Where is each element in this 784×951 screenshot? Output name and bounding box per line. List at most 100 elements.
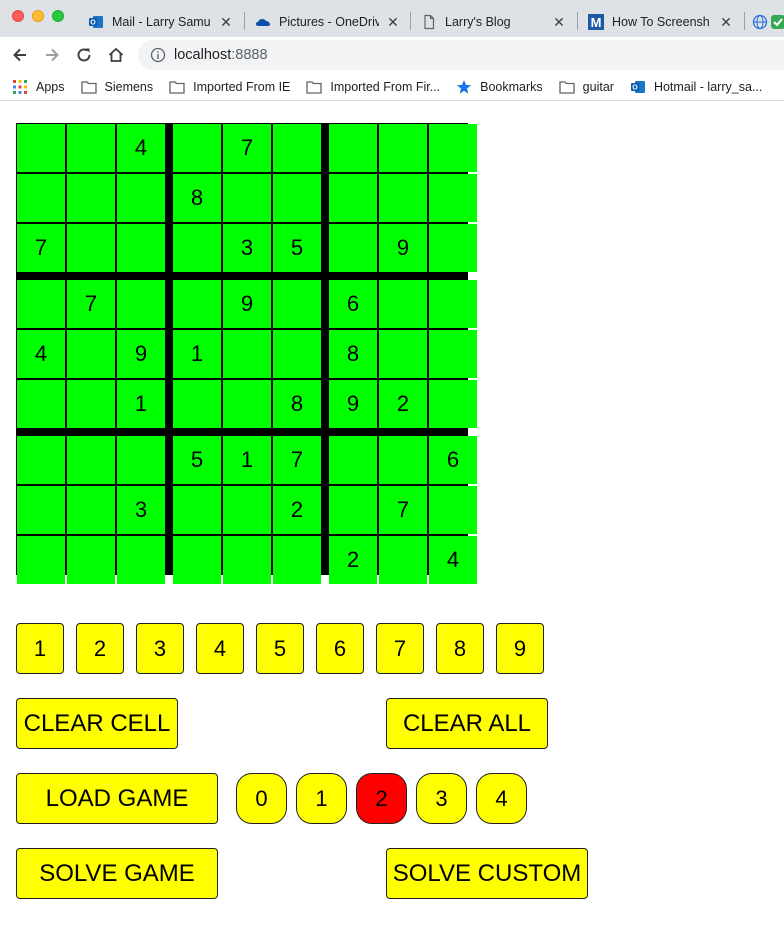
- sudoku-cell-r5c7[interactable]: 8: [329, 330, 377, 378]
- home-button[interactable]: [104, 43, 128, 67]
- sudoku-cell-r7c5[interactable]: 1: [223, 436, 271, 484]
- sudoku-cell-r8c1[interactable]: [17, 486, 65, 534]
- number-button-6[interactable]: 6: [316, 623, 364, 674]
- sudoku-cell-r7c2[interactable]: [67, 436, 115, 484]
- browser-tab-pictures[interactable]: Pictures - OneDriv ✕: [247, 6, 409, 37]
- bookmark-imported-ie[interactable]: Imported From IE: [169, 79, 290, 95]
- sudoku-cell-r9c1[interactable]: [17, 536, 65, 584]
- sudoku-cell-r2c6[interactable]: [273, 174, 321, 222]
- sudoku-cell-r3c2[interactable]: [67, 224, 115, 272]
- sudoku-cell-r5c1[interactable]: 4: [17, 330, 65, 378]
- level-button-2[interactable]: 2: [356, 773, 407, 824]
- sudoku-cell-r5c5[interactable]: [223, 330, 271, 378]
- bookmark-imported-firefox[interactable]: Imported From Fir...: [306, 79, 440, 95]
- number-button-3[interactable]: 3: [136, 623, 184, 674]
- sudoku-cell-r8c8[interactable]: 7: [379, 486, 427, 534]
- number-button-9[interactable]: 9: [496, 623, 544, 674]
- sudoku-cell-r3c5[interactable]: 3: [223, 224, 271, 272]
- address-bar[interactable]: localhost:8888: [138, 40, 784, 70]
- number-button-1[interactable]: 1: [16, 623, 64, 674]
- window-close-button[interactable]: [12, 10, 24, 22]
- sudoku-cell-r1c5[interactable]: 7: [223, 124, 271, 172]
- browser-tab-screenshot[interactable]: M How To Screensh ✕: [580, 6, 742, 37]
- sudoku-cell-r6c6[interactable]: 8: [273, 380, 321, 428]
- level-button-0[interactable]: 0: [236, 773, 287, 824]
- sudoku-cell-r7c1[interactable]: [17, 436, 65, 484]
- bookmark-siemens[interactable]: Siemens: [80, 79, 153, 95]
- sudoku-cell-r2c7[interactable]: [329, 174, 377, 222]
- sudoku-cell-r7c4[interactable]: 5: [173, 436, 221, 484]
- sudoku-cell-r9c7[interactable]: 2: [329, 536, 377, 584]
- sudoku-cell-r5c2[interactable]: [67, 330, 115, 378]
- sudoku-cell-r5c8[interactable]: [379, 330, 427, 378]
- clear-cell-button[interactable]: CLEAR CELL: [16, 698, 178, 749]
- sudoku-cell-r8c7[interactable]: [329, 486, 377, 534]
- clear-all-button[interactable]: CLEAR ALL: [386, 698, 548, 749]
- sudoku-cell-r4c7[interactable]: 6: [329, 280, 377, 328]
- bookmark-guitar[interactable]: guitar: [559, 79, 614, 95]
- sudoku-cell-r9c3[interactable]: [117, 536, 165, 584]
- close-icon[interactable]: ✕: [385, 14, 401, 30]
- sudoku-cell-r7c6[interactable]: 7: [273, 436, 321, 484]
- sudoku-cell-r3c3[interactable]: [117, 224, 165, 272]
- sudoku-cell-r5c9[interactable]: [429, 330, 477, 378]
- sudoku-cell-r1c2[interactable]: [67, 124, 115, 172]
- sudoku-cell-r9c6[interactable]: [273, 536, 321, 584]
- level-button-1[interactable]: 1: [296, 773, 347, 824]
- sudoku-cell-r4c6[interactable]: [273, 280, 321, 328]
- bookmark-apps[interactable]: Apps: [12, 79, 65, 95]
- close-icon[interactable]: ✕: [218, 14, 234, 30]
- sudoku-cell-r5c4[interactable]: 1: [173, 330, 221, 378]
- sudoku-cell-r6c9[interactable]: [429, 380, 477, 428]
- sudoku-cell-r2c5[interactable]: [223, 174, 271, 222]
- sudoku-cell-r6c8[interactable]: 2: [379, 380, 427, 428]
- sudoku-cell-r7c8[interactable]: [379, 436, 427, 484]
- sudoku-cell-r3c4[interactable]: [173, 224, 221, 272]
- info-icon[interactable]: [150, 47, 166, 63]
- sudoku-cell-r6c5[interactable]: [223, 380, 271, 428]
- sudoku-cell-r7c3[interactable]: [117, 436, 165, 484]
- sudoku-cell-r4c8[interactable]: [379, 280, 427, 328]
- number-button-7[interactable]: 7: [376, 623, 424, 674]
- sudoku-cell-r2c3[interactable]: [117, 174, 165, 222]
- sudoku-cell-r1c1[interactable]: [17, 124, 65, 172]
- sudoku-cell-r8c5[interactable]: [223, 486, 271, 534]
- close-icon[interactable]: ✕: [551, 14, 567, 30]
- sudoku-cell-r4c1[interactable]: [17, 280, 65, 328]
- sudoku-cell-r3c1[interactable]: 7: [17, 224, 65, 272]
- sudoku-cell-r4c4[interactable]: [173, 280, 221, 328]
- sudoku-cell-r8c6[interactable]: 2: [273, 486, 321, 534]
- close-icon[interactable]: ✕: [718, 14, 734, 30]
- sudoku-cell-r8c2[interactable]: [67, 486, 115, 534]
- sudoku-cell-r2c8[interactable]: [379, 174, 427, 222]
- sudoku-cell-r6c3[interactable]: 1: [117, 380, 165, 428]
- sudoku-cell-r6c1[interactable]: [17, 380, 65, 428]
- level-button-3[interactable]: 3: [416, 773, 467, 824]
- sudoku-cell-r9c5[interactable]: [223, 536, 271, 584]
- sudoku-cell-r6c4[interactable]: [173, 380, 221, 428]
- sudoku-cell-r6c2[interactable]: [67, 380, 115, 428]
- sudoku-cell-r8c9[interactable]: [429, 486, 477, 534]
- sudoku-cell-r1c9[interactable]: [429, 124, 477, 172]
- browser-tab-pinned[interactable]: [748, 6, 784, 37]
- sudoku-cell-r7c7[interactable]: [329, 436, 377, 484]
- sudoku-cell-r9c4[interactable]: [173, 536, 221, 584]
- sudoku-cell-r4c5[interactable]: 9: [223, 280, 271, 328]
- solve-game-button[interactable]: SOLVE GAME: [16, 848, 218, 899]
- reload-button[interactable]: [72, 43, 96, 67]
- number-button-8[interactable]: 8: [436, 623, 484, 674]
- number-button-4[interactable]: 4: [196, 623, 244, 674]
- sudoku-cell-r1c3[interactable]: 4: [117, 124, 165, 172]
- bookmark-bookmarks[interactable]: Bookmarks: [456, 79, 543, 95]
- sudoku-cell-r3c7[interactable]: [329, 224, 377, 272]
- sudoku-cell-r2c1[interactable]: [17, 174, 65, 222]
- sudoku-cell-r3c8[interactable]: 9: [379, 224, 427, 272]
- level-button-4[interactable]: 4: [476, 773, 527, 824]
- number-button-5[interactable]: 5: [256, 623, 304, 674]
- window-minimize-button[interactable]: [32, 10, 44, 22]
- sudoku-cell-r9c8[interactable]: [379, 536, 427, 584]
- sudoku-cell-r5c6[interactable]: [273, 330, 321, 378]
- load-game-button[interactable]: LOAD GAME: [16, 773, 218, 824]
- bookmark-hotmail[interactable]: O Hotmail - larry_sa...: [630, 79, 762, 95]
- sudoku-cell-r4c9[interactable]: [429, 280, 477, 328]
